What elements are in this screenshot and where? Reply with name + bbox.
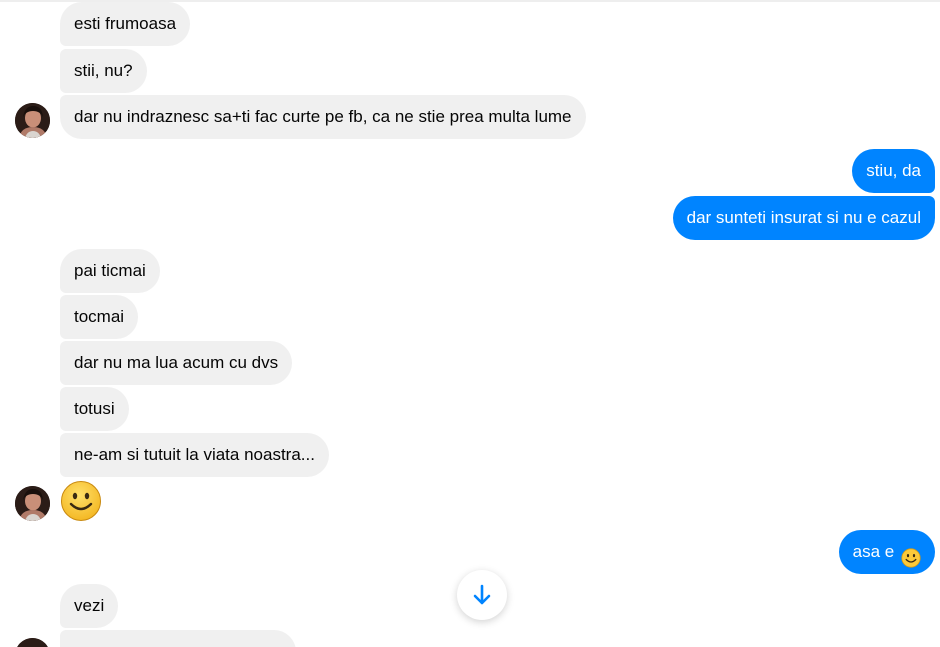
message-incoming[interactable]: stii, nu? [60,49,147,93]
message-incoming[interactable]: esti frumoasa [60,2,191,46]
contact-avatar[interactable] [15,486,50,521]
message-outgoing[interactable]: asa e [838,530,935,574]
scroll-to-bottom-button[interactable] [457,570,507,620]
contact-avatar[interactable] [15,103,50,138]
message-incoming[interactable]: ne-am si tutuit la viata noastra... [60,433,329,477]
smiley-emoji-icon [901,541,921,568]
message-incoming[interactable]: vezi [60,584,119,628]
message-thread[interactable]: esti frumoasa stii, nu? dar nu indraznes… [0,0,940,647]
message-incoming[interactable]: pai ticmai [60,249,160,293]
message-outgoing[interactable]: dar sunteti insurat si nu e cazul [672,196,935,240]
message-incoming[interactable]: tocmai [60,295,139,339]
message-incoming[interactable]: totusi [60,387,129,431]
message-text: asa e [852,542,895,561]
message-incoming[interactable]: dar nu indraznesc sa+ti fac curte pe fb,… [60,95,586,139]
arrow-down-icon [473,584,491,605]
message-outgoing[interactable]: stiu, da [852,149,935,193]
message-incoming[interactable]: dar nu ma lua acum cu dvs [60,341,293,385]
contact-avatar[interactable] [15,638,50,647]
smiley-emoji-icon[interactable] [60,480,102,522]
message-incoming-partial[interactable] [60,630,296,647]
